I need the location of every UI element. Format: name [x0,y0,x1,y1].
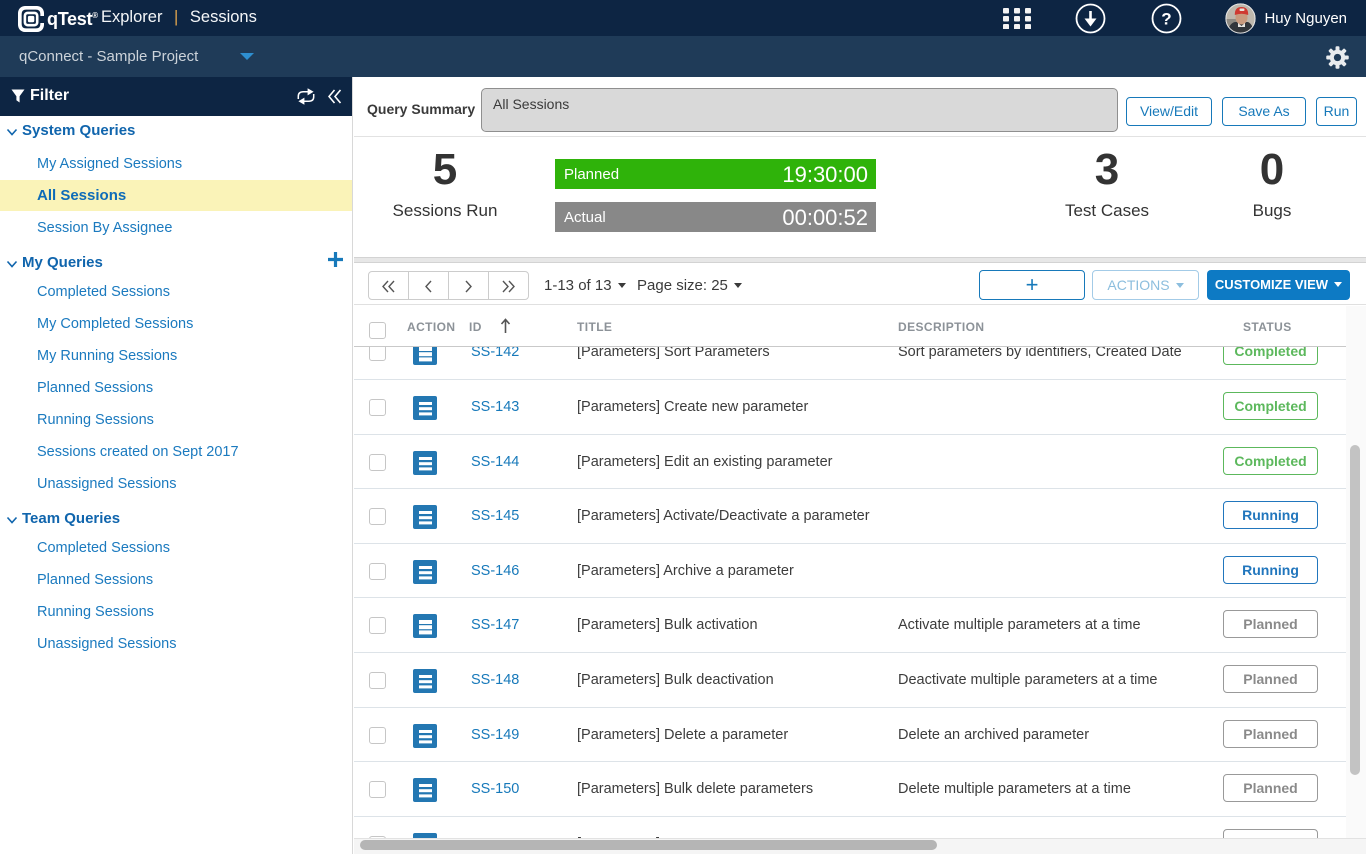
svg-text:?: ? [1161,10,1171,29]
